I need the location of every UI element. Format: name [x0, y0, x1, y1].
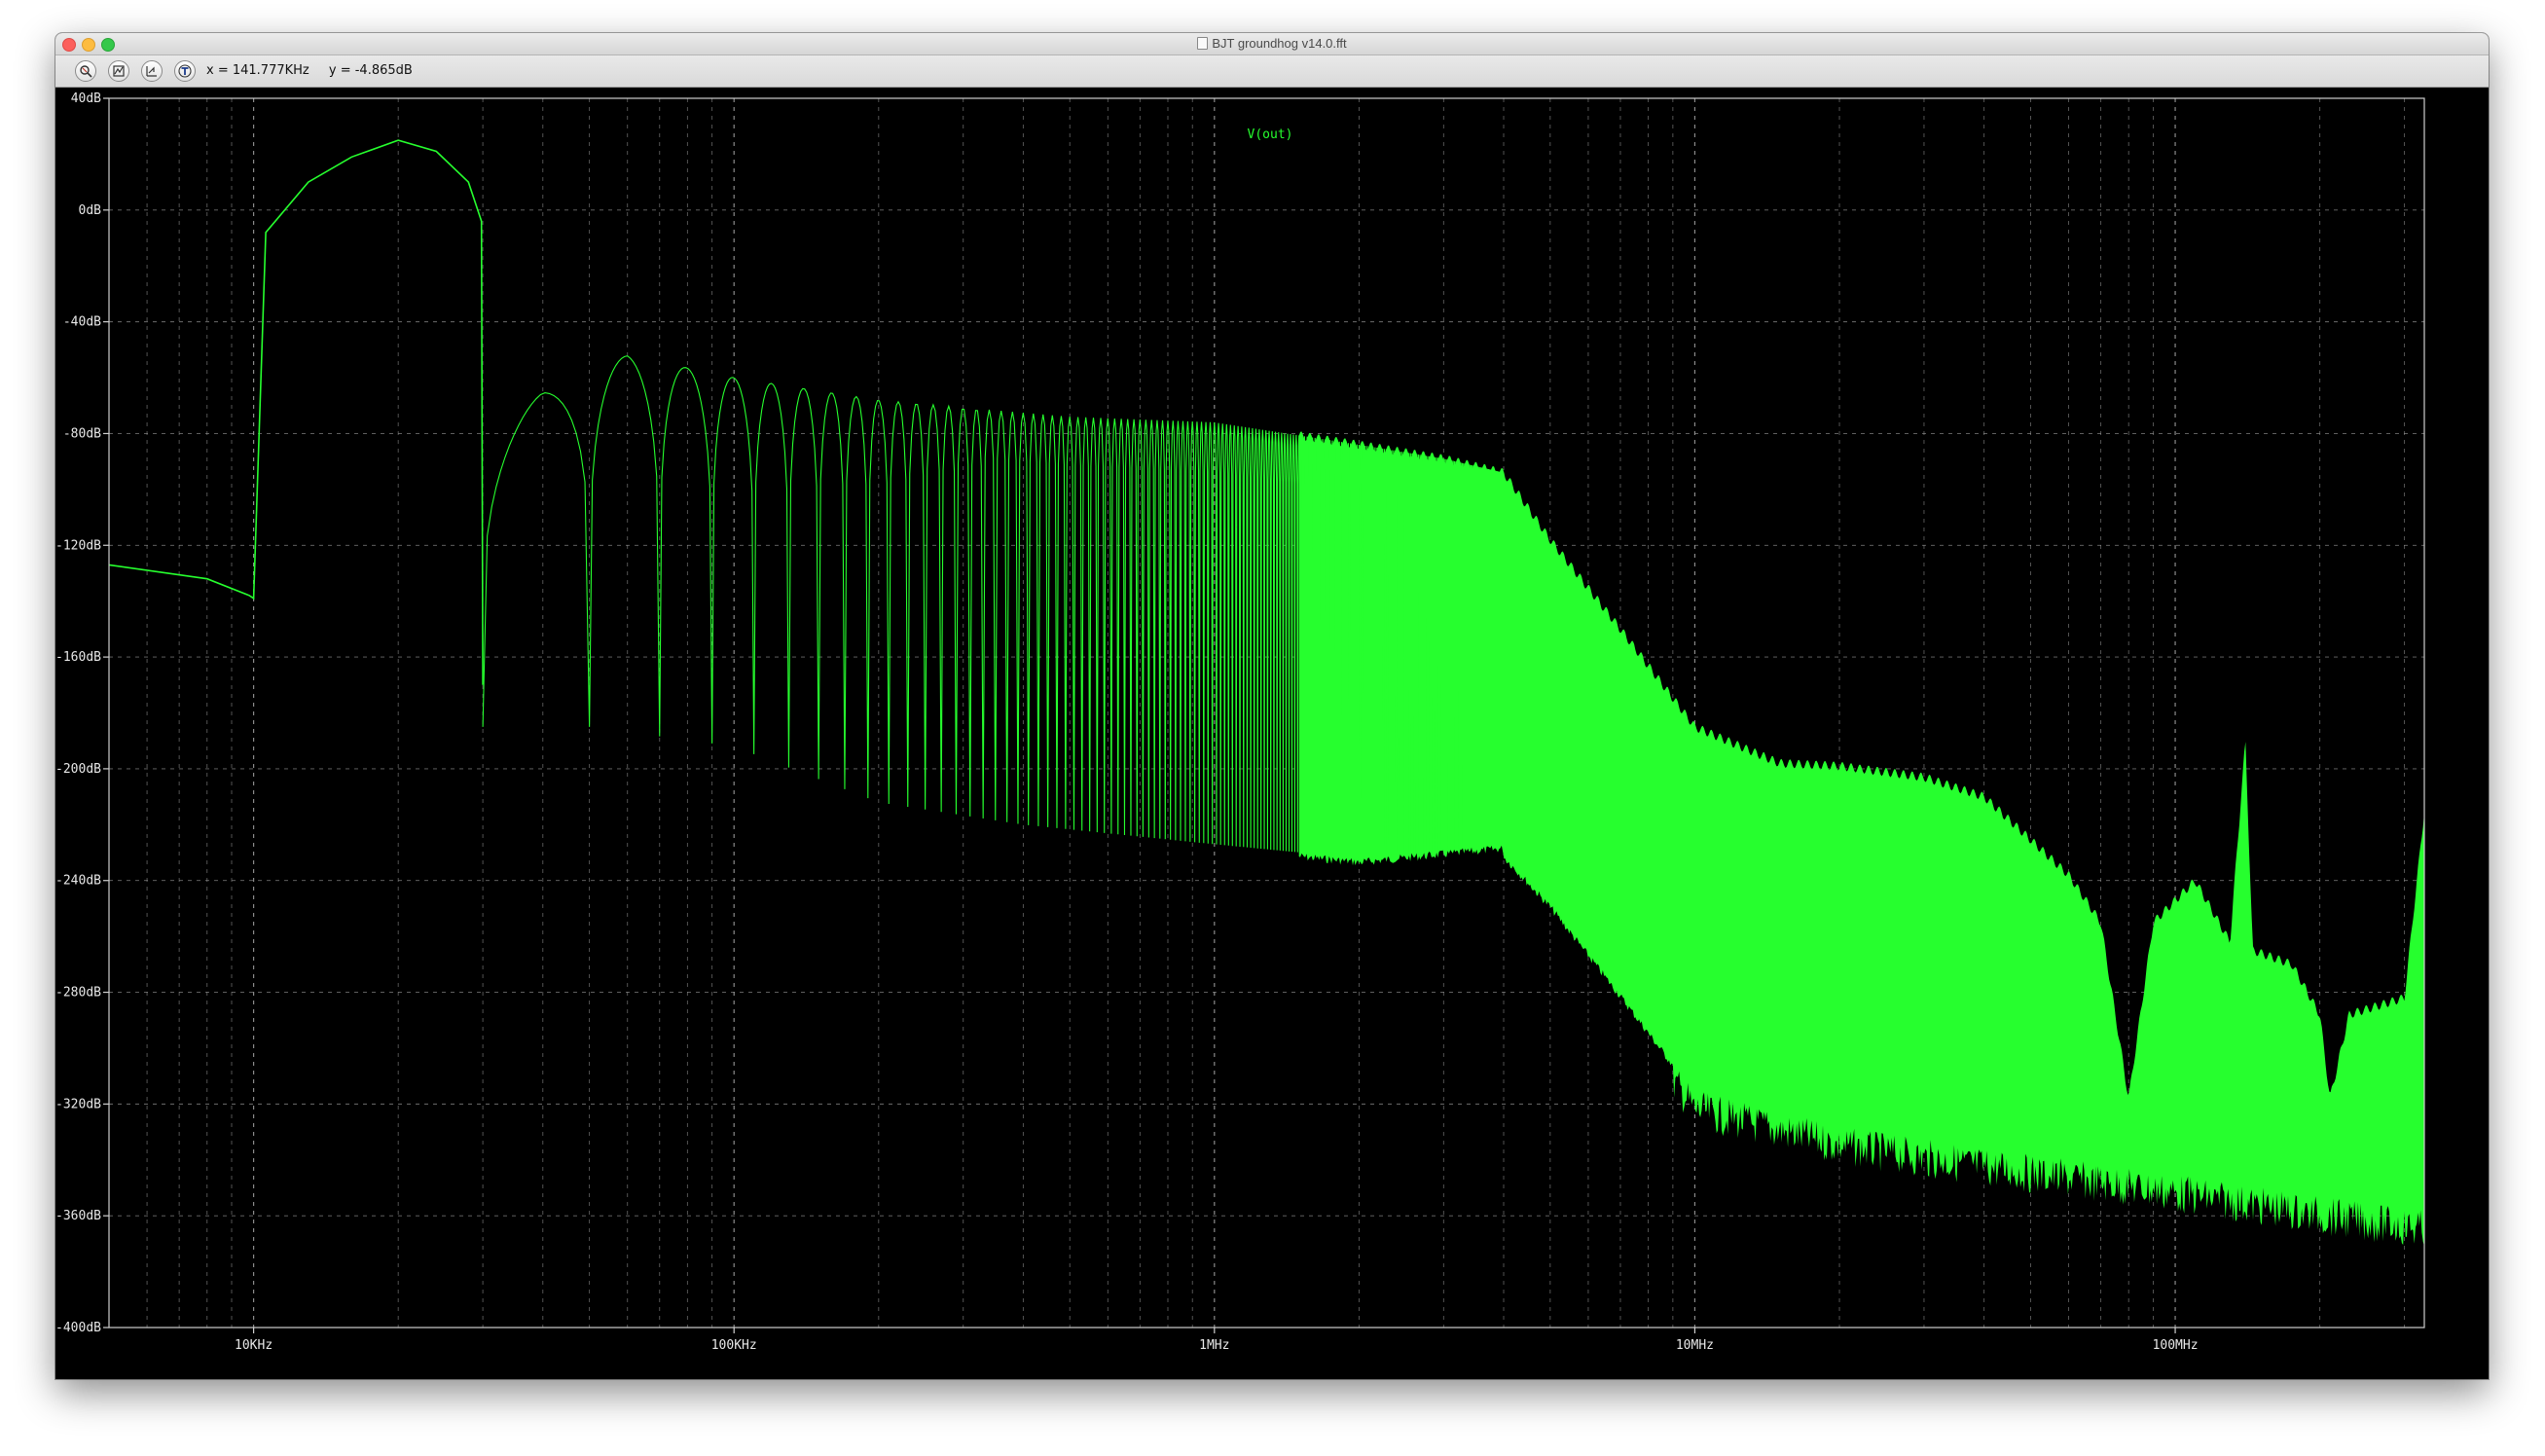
- window-title: BJT groundhog v14.0.fft: [1212, 36, 1347, 51]
- cursor-x-readout: x = 141.777KHz: [206, 63, 309, 78]
- label-icon: [178, 64, 192, 78]
- title-bar: BJT groundhog v14.0.fft: [55, 33, 2489, 55]
- y-tick-label: -280dB: [55, 986, 101, 1001]
- x-tick-label: 1MHz: [1199, 1338, 1229, 1353]
- zoom-button[interactable]: [75, 60, 96, 82]
- y-tick-label: 0dB: [79, 203, 102, 218]
- cursor-y-readout: y = -4.865dB: [328, 63, 413, 78]
- autoscale-button[interactable]: [108, 60, 129, 82]
- y-tick-label: -120dB: [55, 538, 101, 553]
- y-tick-label: -320dB: [55, 1097, 101, 1111]
- document-icon: [1197, 37, 1209, 50]
- y-tick-label: 40dB: [71, 91, 101, 106]
- x-tick-label: 10KHz: [235, 1338, 273, 1353]
- undo-zoom-icon: [146, 66, 157, 77]
- x-tick-label: 100KHz: [711, 1338, 757, 1353]
- label-button[interactable]: [174, 60, 196, 82]
- toolbar: x = 141.777KHz y = -4.865dB: [55, 55, 2489, 88]
- y-tick-label: -360dB: [55, 1209, 101, 1223]
- y-tick-label: -40dB: [63, 315, 101, 330]
- x-tick-label: 100MHz: [2153, 1338, 2199, 1353]
- x-tick-label: 10MHz: [1676, 1338, 1714, 1353]
- undo-zoom-button[interactable]: [141, 60, 163, 82]
- waveform-window: BJT groundhog v14.0.fft x = 141.777KHz y…: [55, 33, 2489, 1379]
- autoscale-icon: [113, 65, 125, 77]
- y-tick-label: -160dB: [55, 650, 101, 665]
- trace-label[interactable]: V(out): [1248, 127, 1293, 142]
- fft-plot[interactable]: 40dB 0dB -40dB -80dB -120dB -160dB -200dB -240d…: [55, 88, 2489, 1379]
- y-tick-label: -80dB: [63, 426, 101, 441]
- y-tick-label: -400dB: [55, 1321, 101, 1335]
- zoom-icon: [80, 65, 92, 78]
- y-tick-label: -240dB: [55, 874, 101, 889]
- y-tick-label: -200dB: [55, 762, 101, 777]
